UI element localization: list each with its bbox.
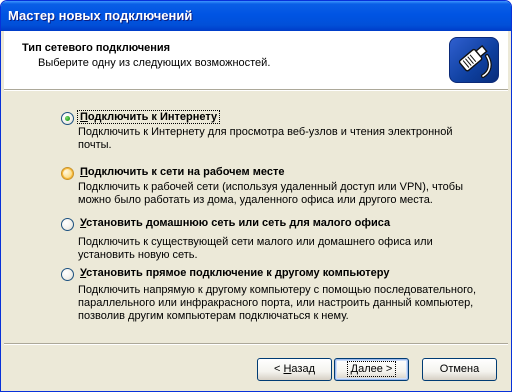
network-cable-icon — [449, 37, 499, 83]
header-title: Тип сетевого подключения — [22, 42, 171, 54]
radio-selected-dot — [65, 116, 70, 121]
option-workplace-label[interactable]: Подключить к сети на рабочем месте — [78, 166, 286, 178]
footer-divider — [4, 343, 508, 345]
cancel-button[interactable]: Отмена — [422, 358, 497, 381]
radio-workplace[interactable] — [61, 167, 74, 180]
radio-direct-connection[interactable] — [61, 268, 74, 281]
wizard-window: Мастер новых подключений Тип сетевого по… — [0, 0, 512, 392]
next-button[interactable]: Далее > — [334, 358, 409, 381]
back-button[interactable]: < Назад — [257, 358, 332, 381]
option-internet-desc: Подключить к Интернету для просмотра веб… — [78, 126, 453, 151]
option-home-network-desc: Подключить к существующей сети малого ил… — [78, 236, 433, 261]
option-workplace-desc: Подключить к рабочей сети (используя уда… — [78, 181, 463, 206]
option-direct-connection-label[interactable]: Установить прямое подключение к другому … — [78, 267, 392, 279]
title-bar[interactable]: Мастер новых подключений — [1, 1, 511, 31]
radio-internet[interactable] — [61, 112, 74, 125]
option-direct-connection-desc: Подключить напрямую к другому компьютеру… — [78, 284, 477, 322]
option-internet-label[interactable]: Подключить к Интернету — [76, 110, 221, 124]
window-title: Мастер новых подключений — [8, 8, 193, 23]
radio-home-network[interactable] — [61, 218, 74, 231]
header-subtitle: Выберите одну из следующих возможностей. — [38, 57, 271, 69]
wizard-header: Тип сетевого подключения Выберите одну и… — [4, 31, 508, 89]
header-divider — [4, 89, 508, 91]
option-home-network-label[interactable]: Установить домашнюю сеть или сеть для ма… — [78, 217, 392, 229]
